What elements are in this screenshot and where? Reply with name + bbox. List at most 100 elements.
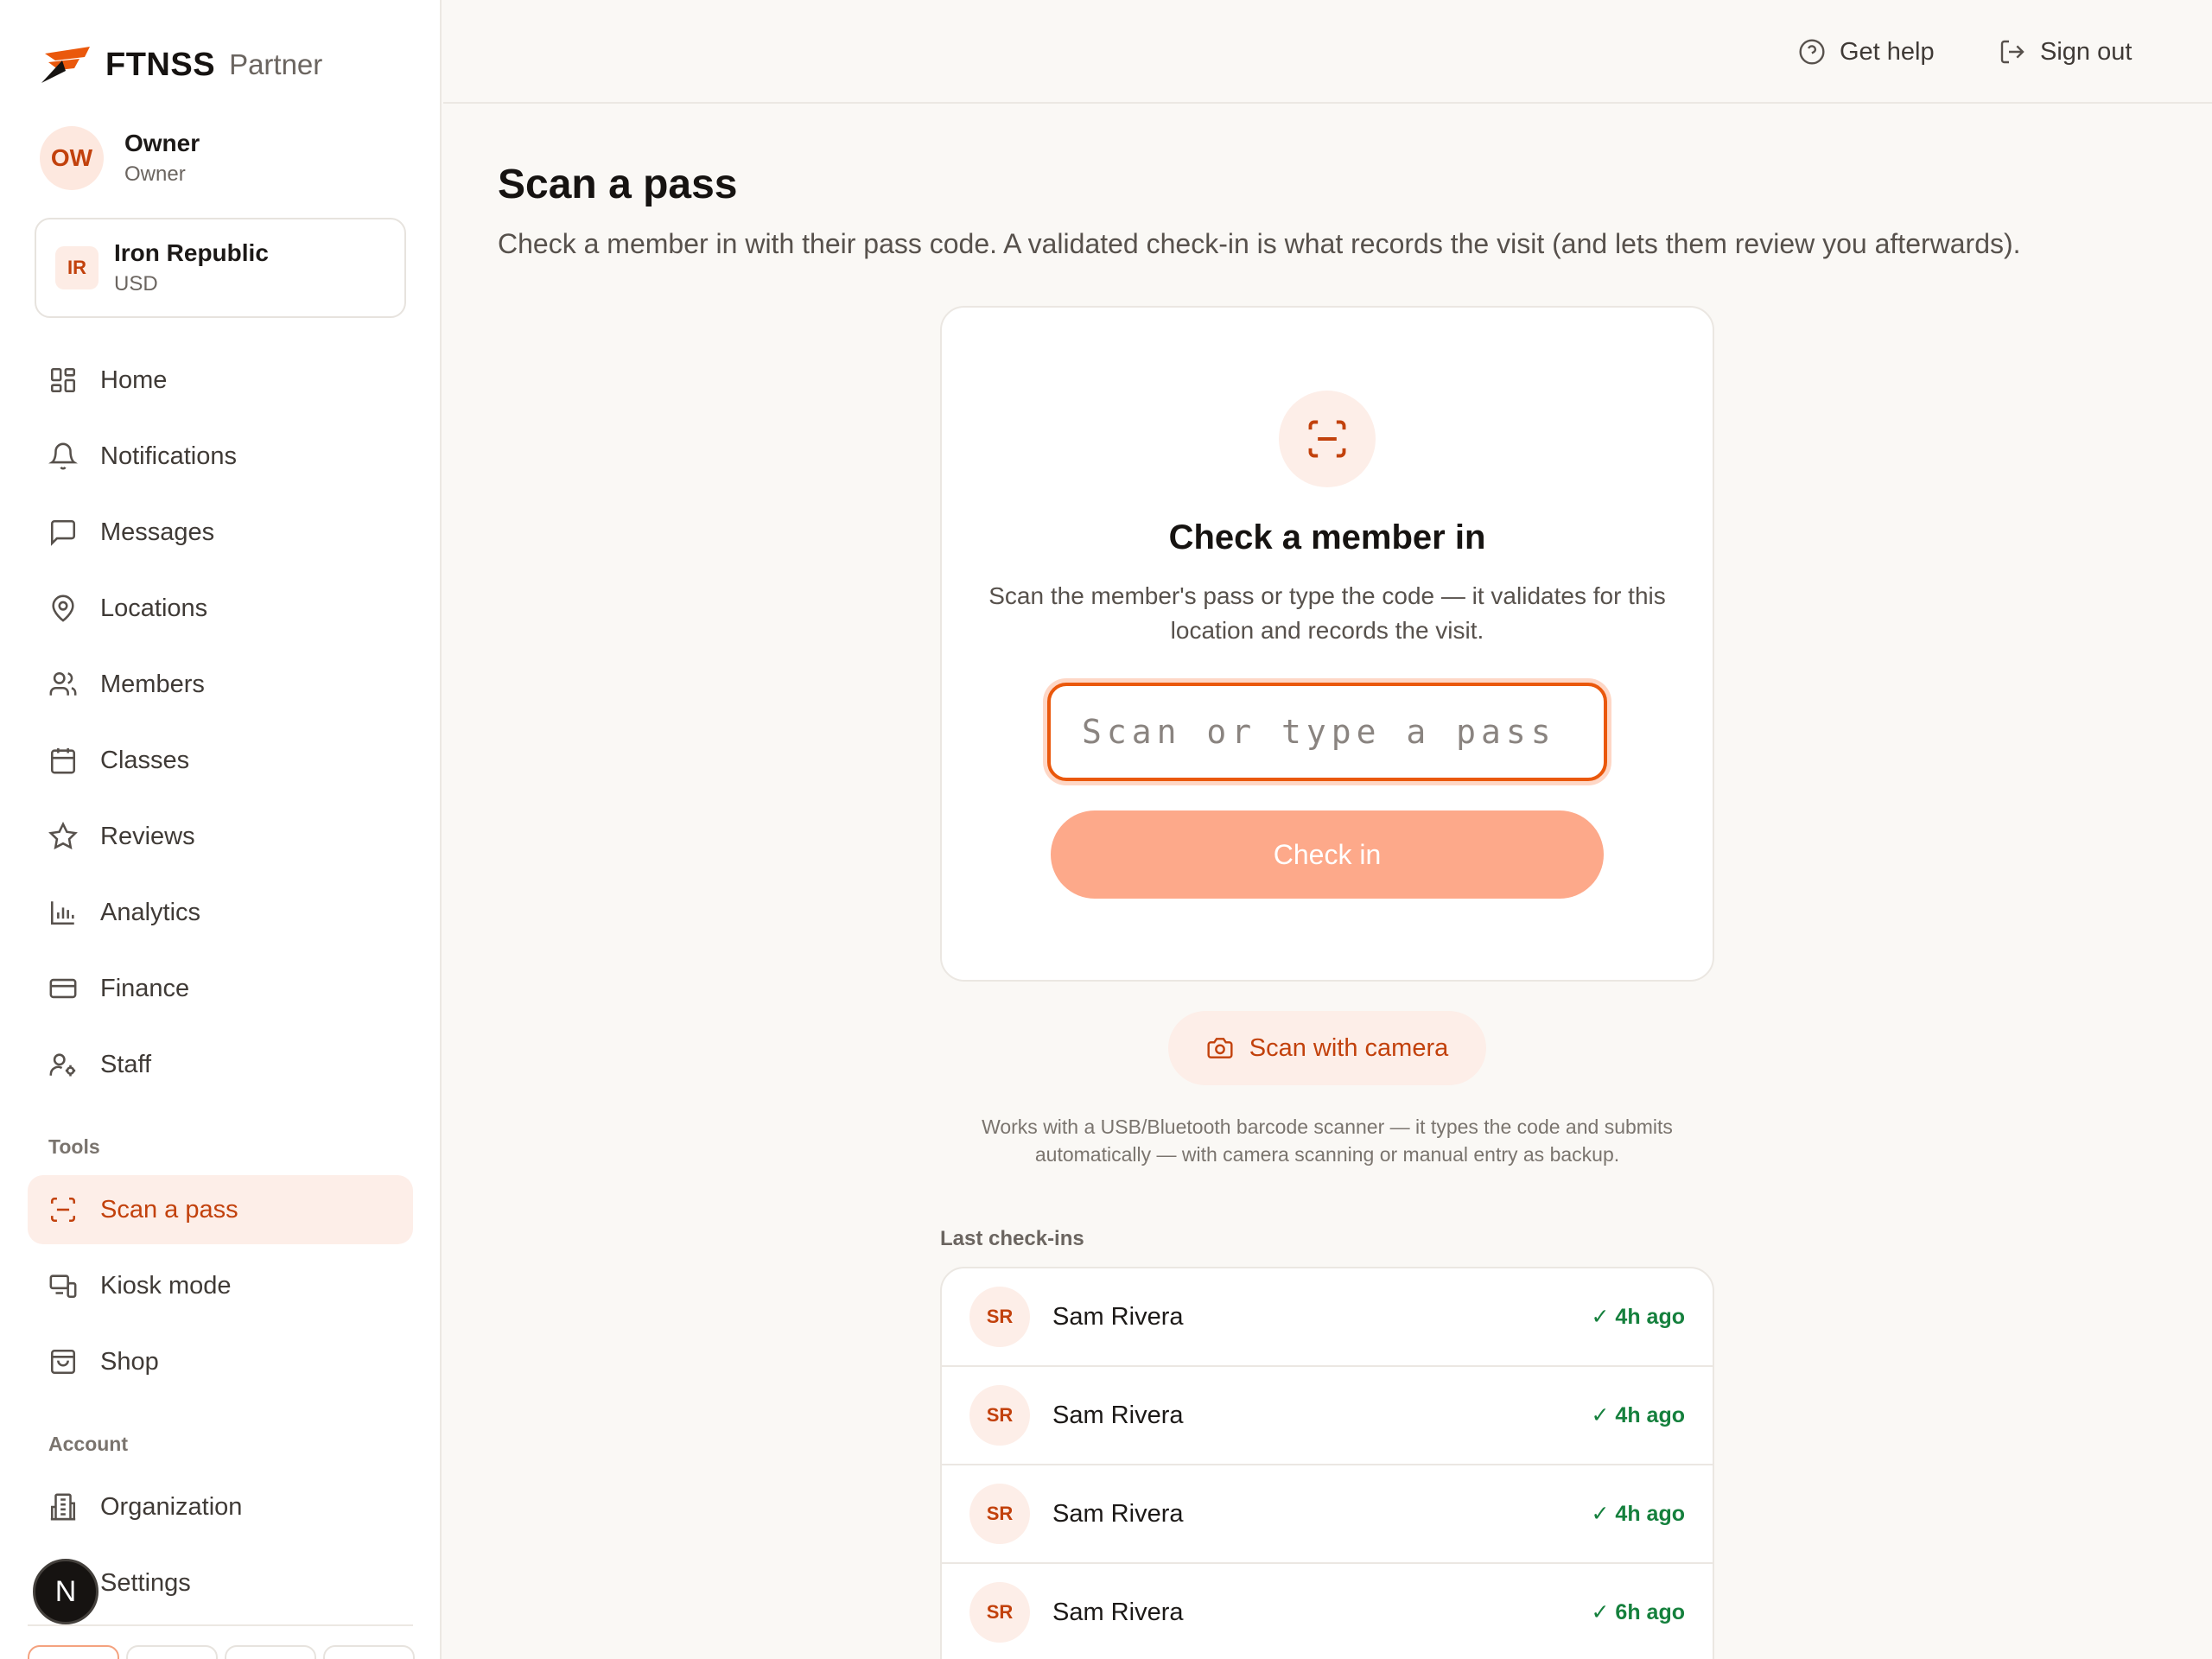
sidebar-item-label: Notifications: [100, 442, 237, 470]
user-profile[interactable]: OW Owner Owner: [40, 126, 200, 190]
brand[interactable]: FTNSS Partner: [40, 45, 322, 85]
sidebar-item-label: Reviews: [100, 822, 195, 850]
sidebar-item-label: Organization: [100, 1492, 243, 1521]
avatar: SR: [969, 1582, 1030, 1643]
sidebar: FTNSS Partner OW Owner Owner IR Iron Rep…: [0, 0, 442, 1659]
help-circle-icon: [1799, 39, 1825, 65]
grid-icon: [50, 367, 76, 393]
sidebar-item-label: Locations: [100, 594, 208, 622]
kiosk-icon: [49, 1274, 77, 1299]
credit-card-icon: [49, 978, 77, 999]
shopping-bag-icon: [50, 1349, 76, 1375]
pass-code-input[interactable]: [1047, 683, 1607, 781]
bar-chart-icon: [50, 901, 74, 925]
bottom-tab[interactable]: [28, 1645, 119, 1659]
page-description: Check a member in with their pass code. …: [498, 228, 2021, 259]
sign-out-button[interactable]: Sign out: [1999, 31, 2132, 73]
card-description: Scan the member's pass or type the code …: [988, 582, 1666, 644]
checkin-time: ✓ 4h ago: [1591, 1305, 1685, 1329]
sidebar-item-shop[interactable]: Shop: [28, 1327, 413, 1396]
card-title: Check a member in: [1168, 518, 1486, 556]
avatar: OW: [40, 126, 104, 190]
sidebar-item-label: Messages: [100, 518, 215, 546]
map-pin-icon: [52, 594, 74, 622]
sidebar-item-scan-a-pass[interactable]: Scan a pass: [28, 1175, 413, 1244]
sidebar-item-staff[interactable]: Staff: [28, 1030, 413, 1099]
bottom-tab[interactable]: [126, 1645, 218, 1659]
checkin-time: ✓ 4h ago: [1591, 1403, 1685, 1427]
list-item[interactable]: SR Sam Rivera ✓ 6h ago: [942, 1564, 1713, 1659]
message-icon: [50, 519, 76, 546]
user-name: Owner: [124, 130, 200, 156]
organization-switcher[interactable]: IR Iron Republic USD: [35, 218, 406, 318]
sidebar-item-label: Settings: [100, 1568, 191, 1597]
sidebar-item-label: Kiosk mode: [100, 1271, 232, 1300]
scan-icon: [1308, 420, 1346, 458]
sidebar-item-home[interactable]: Home: [28, 346, 413, 415]
scan-icon: [50, 1197, 76, 1223]
sidebar-item-label: Analytics: [100, 898, 201, 926]
sidebar-item-members[interactable]: Members: [28, 650, 413, 719]
section-label-account: Account: [48, 1433, 128, 1455]
sidebar-item-locations[interactable]: Locations: [28, 574, 413, 643]
bottom-tab[interactable]: [225, 1645, 316, 1659]
topbar: Get help Sign out: [443, 0, 2212, 104]
section-label-tools: Tools: [48, 1135, 100, 1158]
sidebar-item-analytics[interactable]: Analytics: [28, 878, 413, 947]
sidebar-item-reviews[interactable]: Reviews: [28, 802, 413, 871]
checkin-card: Check a member in Scan the member's pass…: [940, 306, 1714, 982]
sidebar-item-organization[interactable]: Organization: [28, 1472, 413, 1541]
sidebar-item-label: Scan a pass: [100, 1195, 238, 1224]
sidebar-item-label: Finance: [100, 974, 190, 1002]
sidebar-item-label: Classes: [100, 746, 190, 774]
sidebar-item-label: Home: [100, 365, 168, 394]
list-item[interactable]: SR Sam Rivera ✓ 4h ago: [942, 1367, 1713, 1465]
sign-out-label: Sign out: [2040, 37, 2133, 66]
org-badge: IR: [55, 246, 99, 289]
user-role: Owner: [124, 162, 186, 186]
check-in-button[interactable]: Check in: [1051, 810, 1604, 899]
building-icon: [50, 1493, 76, 1521]
users-icon: [49, 671, 77, 696]
dev-tools-button[interactable]: N: [33, 1559, 99, 1624]
bottom-tab[interactable]: [323, 1645, 415, 1659]
scan-with-camera-label: Scan with camera: [1249, 1033, 1449, 1062]
sidebar-item-classes[interactable]: Classes: [28, 726, 413, 795]
member-name: Sam Rivera: [1052, 1401, 1184, 1429]
sidebar-item-kiosk-mode[interactable]: Kiosk mode: [28, 1251, 413, 1320]
sidebar-item-label: Staff: [100, 1050, 152, 1078]
sidebar-item-label: Shop: [100, 1347, 159, 1376]
avatar: SR: [969, 1484, 1030, 1544]
sidebar-item-finance[interactable]: Finance: [28, 954, 413, 1023]
get-help-button[interactable]: Get help: [1798, 31, 1935, 73]
checkin-time: ✓ 6h ago: [1591, 1600, 1685, 1624]
member-name: Sam Rivera: [1052, 1598, 1184, 1626]
scanner-helper-text: Works with a USB/Bluetooth barcode scann…: [982, 1116, 1673, 1166]
scan-icon-badge: [1279, 391, 1376, 487]
star-icon: [48, 822, 78, 850]
camera-icon: [1207, 1038, 1233, 1058]
sidebar-divider: [28, 1624, 413, 1626]
org-name: Iron Republic: [114, 239, 269, 266]
avatar: SR: [969, 1385, 1030, 1446]
sidebar-item-notifications[interactable]: Notifications: [28, 422, 413, 491]
member-name: Sam Rivera: [1052, 1302, 1184, 1331]
avatar: SR: [969, 1287, 1030, 1347]
log-out-icon: [2000, 40, 2024, 64]
scan-with-camera-button[interactable]: Scan with camera: [1168, 1011, 1486, 1085]
calendar-icon: [50, 747, 76, 774]
list-item[interactable]: SR Sam Rivera ✓ 4h ago: [942, 1268, 1713, 1367]
sidebar-item-messages[interactable]: Messages: [28, 498, 413, 567]
bell-icon: [48, 442, 78, 470]
page-title: Scan a pass: [498, 162, 738, 207]
user-gear-icon: [49, 1053, 76, 1077]
sidebar-item-label: Members: [100, 670, 205, 698]
get-help-label: Get help: [1840, 37, 1935, 66]
last-checkins-label: Last check-ins: [940, 1227, 1084, 1250]
last-checkins-list: SR Sam Rivera ✓ 4h ago SR Sam Rivera ✓ 4…: [940, 1267, 1714, 1659]
member-name: Sam Rivera: [1052, 1499, 1184, 1528]
checkin-time: ✓ 4h ago: [1591, 1502, 1685, 1526]
list-item[interactable]: SR Sam Rivera ✓ 4h ago: [942, 1465, 1713, 1564]
brand-name: FTNSS: [105, 46, 216, 83]
brand-sub: Partner: [229, 48, 323, 80]
